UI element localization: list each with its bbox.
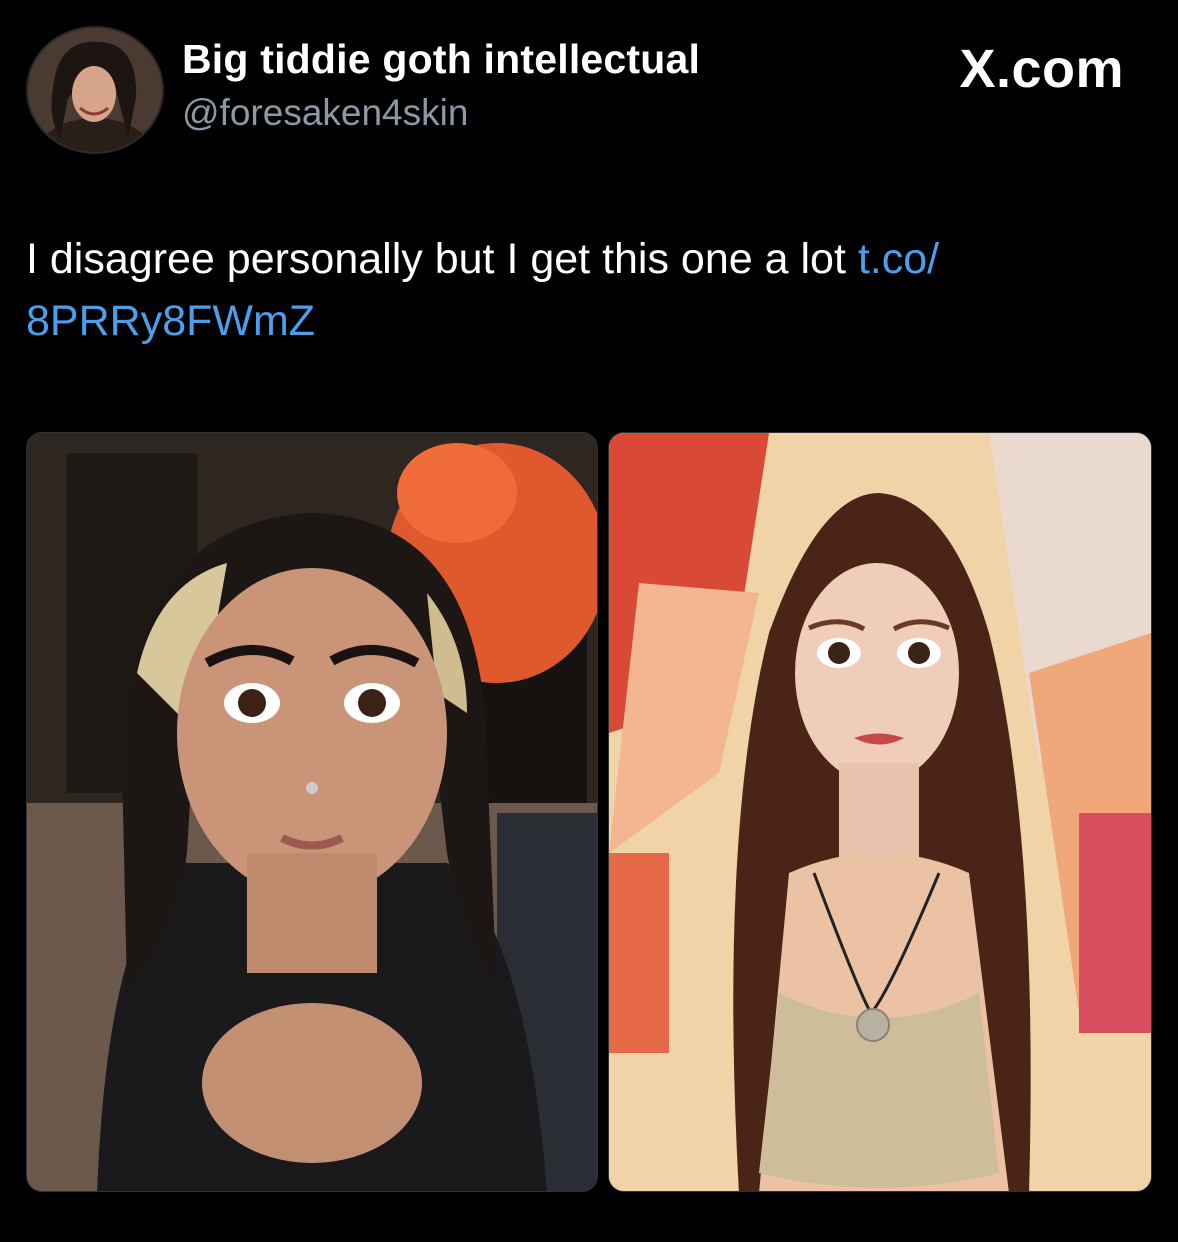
tweet-body: I disagree personally but I get this one… xyxy=(26,228,1146,352)
media-grid xyxy=(26,432,1152,1192)
tweet-header: Big tiddie goth intellectual @foresaken4… xyxy=(26,26,1156,156)
tweet-text: I disagree personally but I get this one… xyxy=(26,235,858,283)
display-name[interactable]: Big tiddie goth intellectual xyxy=(182,36,700,83)
user-handle[interactable]: @foresaken4skin xyxy=(182,92,468,134)
selfie-photo-icon xyxy=(27,433,597,1191)
portrait-photo-icon xyxy=(609,433,1151,1191)
x-brand-logo: X.com xyxy=(959,39,1124,99)
media-photo-left[interactable] xyxy=(26,432,598,1192)
profile-photo-icon xyxy=(28,28,162,152)
avatar[interactable] xyxy=(26,26,164,154)
media-photo-right[interactable] xyxy=(608,432,1152,1192)
